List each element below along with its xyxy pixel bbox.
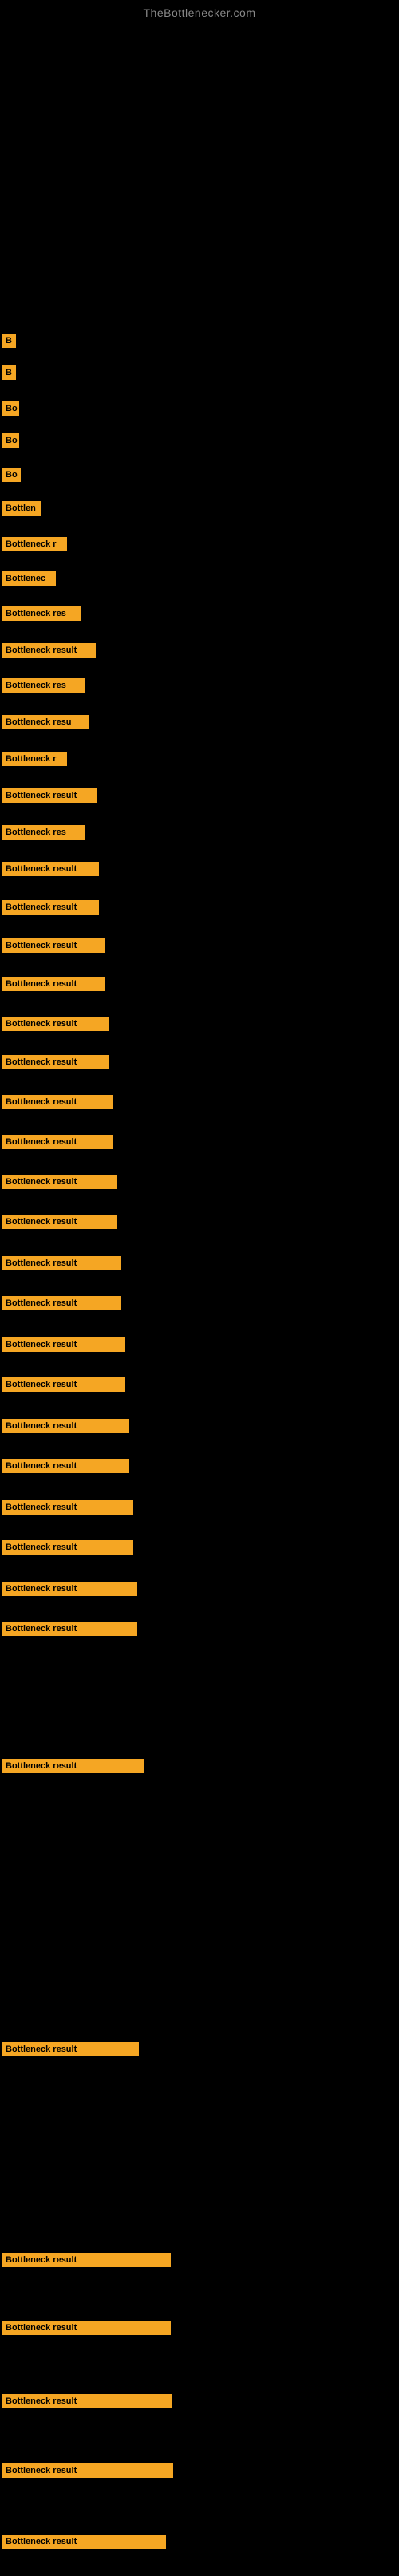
bottleneck-item: Bottleneck result — [2, 1540, 133, 1559]
bottleneck-item: Bottleneck result — [2, 1622, 137, 1640]
bottleneck-label: Bottleneck result — [2, 900, 99, 915]
bottleneck-label: Bottleneck r — [2, 537, 67, 551]
bottleneck-item: Bottleneck result — [2, 1459, 129, 1477]
bottleneck-item: Bottleneck result — [2, 1175, 117, 1193]
bottleneck-label: Bottleneck result — [2, 977, 105, 991]
bottleneck-item: Bottleneck result — [2, 1017, 109, 1035]
bottleneck-label: Bottleneck resu — [2, 715, 89, 729]
bottleneck-label: Bottleneck result — [2, 1500, 133, 1515]
bottleneck-item: Bottleneck r — [2, 537, 67, 555]
bottleneck-label: Bo — [2, 401, 19, 416]
bottleneck-label: Bottleneck result — [2, 1256, 121, 1270]
bottleneck-label: B — [2, 365, 16, 380]
bottleneck-label: Bottleneck result — [2, 1377, 125, 1392]
bottleneck-item: Bottleneck result — [2, 1419, 129, 1437]
bottleneck-label: Bo — [2, 433, 19, 448]
bottleneck-label: Bottleneck result — [2, 2394, 172, 2408]
bottleneck-label: Bottleneck result — [2, 1459, 129, 1473]
bottleneck-label: Bottleneck result — [2, 1622, 137, 1636]
bottleneck-label: Bottleneck res — [2, 606, 81, 621]
bottleneck-item: Bottleneck res — [2, 606, 81, 625]
bottleneck-item: Bo — [2, 468, 21, 486]
bottleneck-item: B — [2, 334, 16, 352]
bottleneck-item: Bottleneck res — [2, 678, 85, 697]
bottleneck-item: Bottleneck result — [2, 1582, 137, 1600]
bottleneck-label: Bo — [2, 468, 21, 482]
bottleneck-item: Bottleneck result — [2, 1135, 113, 1153]
bottleneck-label: Bottleneck result — [2, 938, 105, 953]
bottleneck-item: Bottleneck result — [2, 1296, 121, 1314]
bottleneck-label: Bottleneck r — [2, 752, 67, 766]
bottleneck-item: Bottleneck result — [2, 1095, 113, 1113]
bottleneck-label: Bottleneck result — [2, 643, 96, 658]
bottleneck-label: Bottleneck res — [2, 825, 85, 840]
bottleneck-item: Bottleneck result — [2, 1215, 117, 1233]
bottleneck-item: Bottleneck result — [2, 1500, 133, 1519]
bottleneck-label: Bottleneck result — [2, 2042, 139, 2056]
bottleneck-item: Bottleneck result — [2, 788, 97, 807]
bottleneck-label: Bottleneck result — [2, 1337, 125, 1352]
bottleneck-label: Bottleneck result — [2, 2253, 171, 2267]
bottleneck-item: Bottleneck result — [2, 1759, 144, 1777]
bottleneck-label: Bottleneck result — [2, 1540, 133, 1555]
bottleneck-label: Bottleneck result — [2, 1759, 144, 1773]
bottleneck-item: Bottleneck result — [2, 2042, 139, 2060]
bottleneck-label: Bottleneck result — [2, 2321, 171, 2335]
site-title: TheBottlenecker.com — [0, 0, 399, 22]
bottleneck-label: Bottleneck result — [2, 1135, 113, 1149]
bottleneck-item: Bottleneck result — [2, 1377, 125, 1396]
bottleneck-item: Bottleneck result — [2, 977, 105, 995]
bottleneck-item: Bottlenec — [2, 571, 56, 590]
bottleneck-item: Bottleneck result — [2, 643, 96, 662]
bottleneck-label: Bottleneck result — [2, 2535, 166, 2549]
bottleneck-label: Bottleneck result — [2, 1017, 109, 1031]
bottleneck-item: Bottlen — [2, 501, 41, 520]
bottleneck-item: Bottleneck result — [2, 1055, 109, 1073]
bottleneck-item: Bottleneck result — [2, 862, 99, 880]
bottleneck-label: Bottleneck result — [2, 1419, 129, 1433]
bottleneck-item: Bottleneck result — [2, 2394, 172, 2412]
bottleneck-item: Bottleneck result — [2, 2463, 173, 2482]
bottleneck-label: Bottleneck result — [2, 1296, 121, 1310]
bottleneck-label: Bottlen — [2, 501, 41, 516]
bottleneck-item: Bottleneck result — [2, 2321, 171, 2339]
bottleneck-item: Bottleneck r — [2, 752, 67, 770]
bottleneck-item: Bottleneck result — [2, 900, 99, 919]
bottleneck-label: Bottleneck result — [2, 862, 99, 876]
bottleneck-label: Bottleneck result — [2, 1095, 113, 1109]
bottleneck-item: Bottleneck resu — [2, 715, 89, 733]
bottleneck-item: Bottleneck result — [2, 938, 105, 957]
bottleneck-item: Bottleneck res — [2, 825, 85, 844]
bottleneck-label: Bottleneck result — [2, 1175, 117, 1189]
bottleneck-item: Bottleneck result — [2, 1337, 125, 1356]
bottleneck-item: Bottleneck result — [2, 1256, 121, 1274]
bottleneck-label: B — [2, 334, 16, 348]
bottleneck-label: Bottleneck result — [2, 788, 97, 803]
bottleneck-item: Bottleneck result — [2, 2535, 166, 2553]
bottleneck-item: Bo — [2, 401, 19, 420]
bottleneck-item: B — [2, 365, 16, 384]
bottleneck-label: Bottleneck result — [2, 2463, 173, 2478]
bottleneck-item: Bottleneck result — [2, 2253, 171, 2271]
bottleneck-label: Bottlenec — [2, 571, 56, 586]
bottleneck-label: Bottleneck result — [2, 1215, 117, 1229]
bottleneck-label: Bottleneck result — [2, 1582, 137, 1596]
bottleneck-label: Bottleneck res — [2, 678, 85, 693]
bottleneck-item: Bo — [2, 433, 19, 452]
bottleneck-label: Bottleneck result — [2, 1055, 109, 1069]
